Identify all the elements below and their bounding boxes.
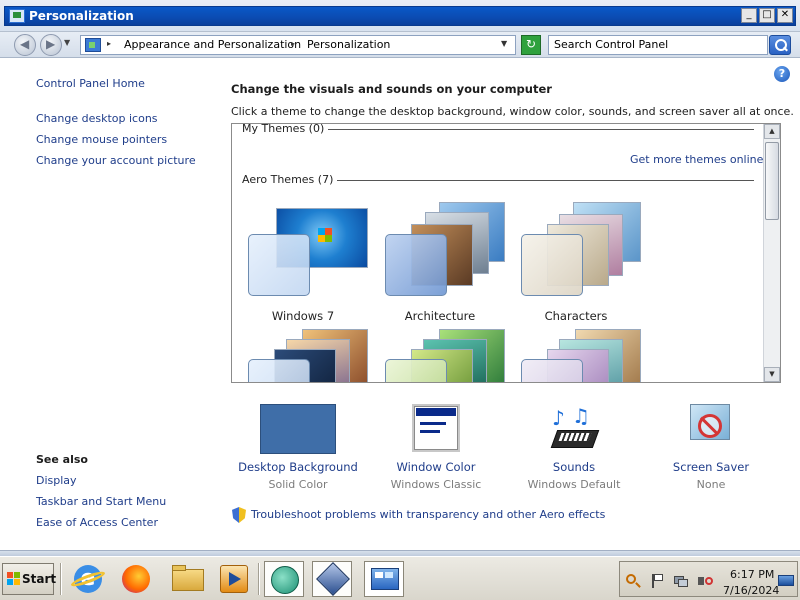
control-panel-home-link[interactable]: Control Panel Home xyxy=(36,77,145,90)
breadcrumb[interactable]: ▸ Appearance and Personalization ▸ Perso… xyxy=(80,35,516,55)
personalization-window-icon xyxy=(9,9,25,23)
page-title: Change the visuals and sounds on your co… xyxy=(231,82,552,96)
option-value: None xyxy=(696,478,726,491)
taskbar-start-menu-link[interactable]: Taskbar and Start Menu xyxy=(36,495,166,508)
back-arrow-icon: ◀ xyxy=(20,37,30,51)
see-also-heading: See also xyxy=(36,453,88,466)
taskbar: Start e 6:17 PM 7/16/2024 xyxy=(0,556,800,600)
search-input[interactable]: Search Control Panel xyxy=(548,35,768,55)
windows-flag-icon xyxy=(7,572,21,586)
ease-of-access-link[interactable]: Ease of Access Center xyxy=(36,516,158,529)
theme-color-tile xyxy=(385,234,447,296)
scrollbar-thumb[interactable] xyxy=(765,142,779,220)
desktop-background-option[interactable]: Desktop Background Solid Color xyxy=(233,404,363,496)
firefox-icon[interactable] xyxy=(116,561,156,597)
breadcrumb-item[interactable]: Appearance and Personalization xyxy=(124,38,301,51)
theme-label: Architecture xyxy=(404,309,476,323)
window-titlebar: Personalization _ □ ✕ xyxy=(0,0,800,32)
option-name[interactable]: Window Color xyxy=(371,460,501,474)
virtualbox-icon[interactable] xyxy=(312,561,352,597)
address-bar: ◀ ▶ ▼ ▸ Appearance and Personalization ▸… xyxy=(0,32,800,58)
screen-saver-icon xyxy=(688,404,734,454)
minimize-button[interactable]: _ xyxy=(741,8,757,23)
theme-label: Windows 7 xyxy=(271,309,335,323)
show-desktop-icon[interactable] xyxy=(778,574,794,588)
control-panel-icon[interactable] xyxy=(364,561,404,597)
control-panel-icon xyxy=(85,38,101,52)
theme-characters[interactable]: Characters xyxy=(511,202,641,336)
window-color-icon xyxy=(412,404,460,452)
troubleshoot-link[interactable]: Troubleshoot problems with transparency … xyxy=(251,508,605,521)
option-value: Windows Default xyxy=(527,478,621,491)
address-dropdown-icon[interactable]: ▼ xyxy=(501,39,507,48)
system-tray: 6:17 PM 7/16/2024 xyxy=(619,561,798,597)
clock-time[interactable]: 6:17 PM xyxy=(730,568,774,581)
option-name[interactable]: Screen Saver xyxy=(646,460,776,474)
theme-label: Characters xyxy=(544,309,608,323)
theme-landscapes[interactable] xyxy=(238,329,368,382)
network-icon[interactable] xyxy=(674,574,688,588)
change-account-picture-link[interactable]: Change your account picture xyxy=(36,154,196,167)
start-button[interactable]: Start xyxy=(2,563,57,595)
maximize-button[interactable]: □ xyxy=(759,8,775,23)
display-link[interactable]: Display xyxy=(36,474,77,487)
page-description: Click a theme to change the desktop back… xyxy=(231,105,794,118)
theme-architecture[interactable]: Architecture xyxy=(375,202,505,336)
breadcrumb-item[interactable]: Personalization xyxy=(307,38,390,51)
option-name[interactable]: Desktop Background xyxy=(233,460,363,474)
option-value: Solid Color xyxy=(268,478,328,491)
theme-color-tile xyxy=(248,359,310,382)
theme-scenes[interactable] xyxy=(511,329,641,382)
desktop-background-icon xyxy=(260,404,336,454)
theme-color-tile xyxy=(521,359,583,382)
theme-color-tile xyxy=(248,234,310,296)
theme-color-tile xyxy=(521,234,583,296)
media-player-icon[interactable] xyxy=(214,561,254,597)
taskbar-separator xyxy=(258,563,260,595)
get-more-themes-link[interactable]: Get more themes online xyxy=(630,153,763,166)
internet-explorer-icon[interactable]: e xyxy=(68,561,108,597)
scroll-down-arrow-icon[interactable]: ▼ xyxy=(764,367,780,382)
search-icon[interactable] xyxy=(769,35,791,55)
scroll-up-arrow-icon[interactable]: ▲ xyxy=(764,124,780,139)
screen-saver-option[interactable]: Screen Saver None xyxy=(646,404,776,496)
recent-pages-dropdown[interactable]: ▼ xyxy=(64,38,70,47)
volume-muted-icon[interactable] xyxy=(698,574,713,588)
sounds-option[interactable]: ♪ ♫ Sounds Windows Default xyxy=(509,404,639,496)
flag-icon[interactable] xyxy=(650,574,664,588)
sounds-icon: ♪ ♫ xyxy=(548,404,600,454)
search-icon[interactable] xyxy=(626,574,641,588)
start-label: Start xyxy=(22,572,57,586)
back-button[interactable]: ◀ xyxy=(14,34,36,56)
aero-themes-heading[interactable]: Aero Themes (7) xyxy=(242,173,338,186)
refresh-button[interactable]: ↻ xyxy=(521,35,541,55)
shield-icon xyxy=(232,507,246,523)
clock-date[interactable]: 7/16/2024 xyxy=(723,584,779,597)
option-name[interactable]: Sounds xyxy=(509,460,639,474)
app-icon[interactable] xyxy=(264,561,304,597)
close-button[interactable]: ✕ xyxy=(777,8,793,23)
file-explorer-icon[interactable] xyxy=(168,561,208,597)
window-title: Personalization xyxy=(29,9,134,23)
change-mouse-pointers-link[interactable]: Change mouse pointers xyxy=(36,133,167,146)
breadcrumb-chevron-icon[interactable]: ▸ xyxy=(291,39,295,48)
theme-list-scrollbar[interactable]: ▲ ▼ xyxy=(763,124,780,382)
taskbar-separator xyxy=(60,563,62,595)
titlebar-inner[interactable]: Personalization _ □ ✕ xyxy=(4,6,796,26)
theme-color-tile xyxy=(385,359,447,382)
my-themes-heading[interactable]: My Themes (0) xyxy=(242,124,329,135)
theme-list[interactable]: My Themes (0) Get more themes online Aer… xyxy=(231,123,781,383)
theme-windows-7[interactable]: Windows 7 xyxy=(238,206,368,336)
forward-arrow-icon: ▶ xyxy=(46,37,56,51)
change-desktop-icons-link[interactable]: Change desktop icons xyxy=(36,112,158,125)
forward-button[interactable]: ▶ xyxy=(40,34,62,56)
help-icon[interactable]: ? xyxy=(774,66,790,82)
window-color-option[interactable]: Window Color Windows Classic xyxy=(371,404,501,496)
theme-nature[interactable] xyxy=(375,329,505,382)
breadcrumb-chevron-icon[interactable]: ▸ xyxy=(107,39,111,48)
option-value: Windows Classic xyxy=(390,478,482,491)
